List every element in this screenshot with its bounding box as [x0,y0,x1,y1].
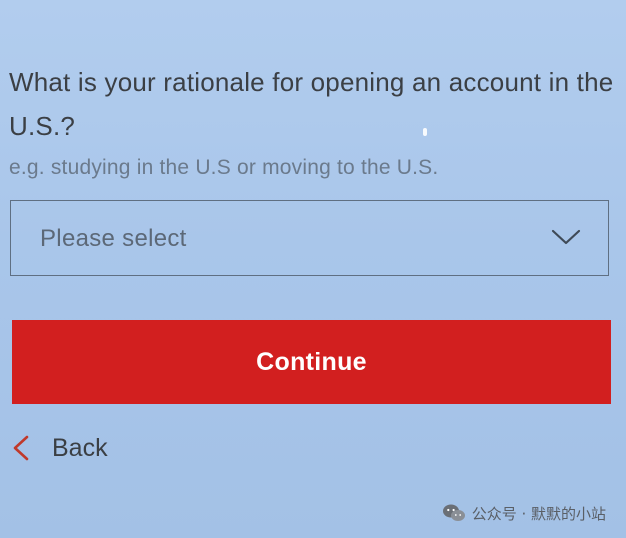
watermark: 公众号 · 默默的小站 [442,500,606,526]
watermark-text: 公众号 · 默默的小站 [471,504,606,523]
back-label: Back [52,434,108,462]
chevron-down-icon [551,229,581,245]
question-label: What is your rationale for opening an ac… [9,67,614,141]
hint-text: e.g. studying in the U.S or moving to th… [9,156,439,179]
chevron-left-icon [13,435,29,461]
back-link[interactable]: Back [10,424,140,470]
wechat-icon [442,504,465,521]
screen-glare [423,128,427,136]
account-form-screen: What is your rationale for opening an ac… [0,0,626,538]
rationale-select[interactable]: Please select [10,200,609,276]
select-placeholder: Please select [40,225,187,252]
continue-button[interactable]: Continue [12,320,611,404]
